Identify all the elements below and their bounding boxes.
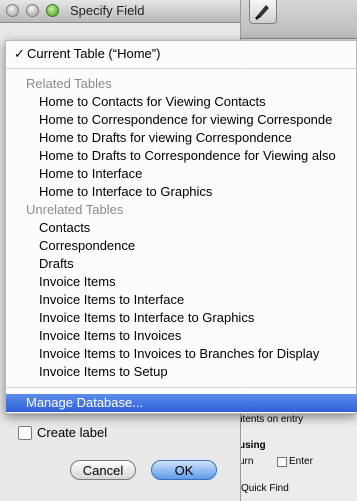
menu-item-related[interactable]: Home to Drafts for viewing Correspondenc… [39, 129, 292, 147]
menu-item-unrelated[interactable]: Invoice Items to Setup [39, 363, 168, 381]
quick-find-label: Quick Find [241, 483, 289, 494]
menu-item-current-table[interactable]: ✓ Current Table (“Home”) [14, 45, 160, 63]
create-label-option[interactable]: Create label [18, 425, 107, 440]
paintbrush-icon [255, 5, 269, 20]
create-label-checkbox[interactable] [18, 425, 32, 440]
menu-item-unrelated[interactable]: Invoice Items to Interface to Graphics [39, 309, 254, 327]
menu-item-manage-database[interactable]: Manage Database... [6, 394, 357, 412]
cancel-button[interactable]: Cancel [70, 460, 136, 480]
enter-checkbox[interactable] [277, 457, 287, 467]
menu-item-related[interactable]: Home to Contacts for Viewing Contacts [39, 93, 266, 111]
current-table-label: Current Table (“Home”) [27, 46, 161, 61]
table-popup-menu: ✓ Current Table (“Home”) Related Tables H… [5, 40, 357, 414]
dialog-title: Specify Field [70, 3, 145, 18]
menu-item-unrelated[interactable]: Contacts [39, 219, 90, 237]
entry-option-label: ntents on entry [237, 414, 304, 425]
menu-separator [6, 68, 357, 69]
checkmark-icon: ✓ [14, 46, 25, 61]
ok-button[interactable]: OK [151, 460, 217, 480]
menu-item-related[interactable]: Home to Interface [39, 165, 142, 183]
format-painter-button[interactable] [249, 0, 277, 24]
menu-item-unrelated[interactable]: Invoice Items to Interface [39, 291, 184, 309]
menu-item-related[interactable]: Home to Drafts to Correspondence for Vie… [39, 147, 336, 165]
create-label-text: Create label [37, 425, 108, 440]
menu-item-unrelated[interactable]: Drafts [39, 255, 74, 273]
menu-item-unrelated[interactable]: Invoice Items [39, 273, 116, 291]
manage-database-label: Manage Database... [26, 395, 144, 410]
return-label: urn [239, 456, 254, 467]
menu-item-related[interactable]: Home to Correspondence for viewing Corre… [39, 111, 332, 129]
title-bar: Specify Field [0, 0, 240, 23]
minimize-window-button[interactable] [26, 4, 39, 17]
menu-item-unrelated[interactable]: Correspondence [39, 237, 135, 255]
menu-item-unrelated[interactable]: Invoice Items to Invoices [39, 327, 181, 345]
using-label: using [239, 440, 266, 451]
background-toolbar [231, 0, 357, 39]
menu-item-related[interactable]: Home to Interface to Graphics [39, 183, 212, 201]
menu-separator [6, 387, 357, 388]
related-tables-header: Related Tables [26, 76, 112, 91]
zoom-window-button[interactable] [46, 4, 59, 17]
close-window-button[interactable] [6, 4, 19, 17]
unrelated-tables-header: Unrelated Tables [26, 202, 124, 217]
menu-item-unrelated[interactable]: Invoice Items to Invoices to Branches fo… [39, 345, 319, 363]
enter-label: Enter [289, 456, 313, 467]
